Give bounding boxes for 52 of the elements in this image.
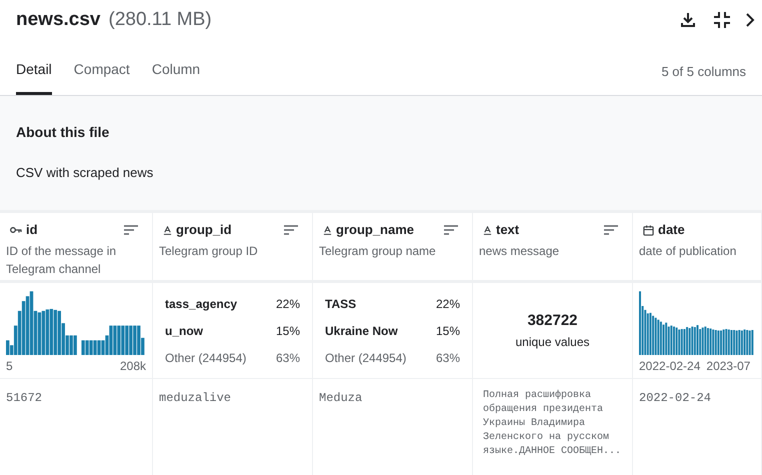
column-description: ID of the message in Telegram channel (6, 243, 118, 278)
sort-icon[interactable] (604, 225, 618, 235)
value-label: Ukraine Now (325, 323, 398, 337)
table-cell-text: Полная расшифровка обращения президента Украины Владимира Зеленского на русском языке.ДАННОЕ СООБЩЕН... (482, 389, 622, 459)
column-description: Telegram group name (319, 243, 437, 260)
column-name: group_name (336, 221, 414, 240)
table-cell-text: meduzalive (159, 390, 232, 407)
sort-icon[interactable] (284, 225, 298, 235)
file-size: (280.11 MB) (108, 8, 212, 32)
axis-label: 5 (6, 358, 13, 375)
axis-label: 2023-07 (706, 358, 750, 375)
value-label: tass_agency (165, 296, 238, 310)
text-type-icon (163, 226, 172, 234)
value-label: Other (244954) (325, 350, 406, 364)
axis-label: 2022-02-24 (639, 358, 700, 375)
unique-label: unique values (515, 334, 590, 351)
calendar-icon (643, 224, 654, 236)
value-percent: 63% (276, 350, 300, 364)
column-name: date (658, 221, 685, 240)
column-name: text (496, 221, 520, 240)
value-percent: 22% (436, 296, 460, 310)
file-name: news.csv (16, 8, 100, 32)
table-cell-text: 51672 (6, 390, 44, 407)
chevron-right-icon[interactable] (744, 12, 756, 28)
value-label: TASS (325, 296, 356, 310)
column-description: news message (479, 243, 560, 260)
value-label: Other (244954) (165, 350, 246, 364)
value-label: u_now (165, 323, 203, 337)
column-name: group_id (176, 221, 232, 240)
table-cell-text: 2022-02-24 (639, 390, 712, 407)
section-title: About this file (16, 123, 110, 142)
collapse-icon[interactable] (712, 10, 732, 30)
value-percent: 15% (276, 323, 300, 337)
text-type-icon (483, 226, 492, 234)
value-percent: 22% (276, 296, 300, 310)
column-description: date of publication (639, 243, 738, 260)
sort-icon[interactable] (124, 225, 138, 235)
unique-count: 382722 (527, 311, 578, 332)
value-percent: 15% (436, 323, 460, 337)
text-type-icon (323, 226, 332, 234)
tab[interactable]: Compact (74, 59, 130, 95)
value-percent: 63% (436, 350, 460, 364)
key-icon (10, 226, 22, 234)
download-icon[interactable] (678, 10, 698, 30)
sort-icon[interactable] (444, 225, 458, 235)
file-description: CSV with scraped news (16, 164, 154, 182)
column-name: id (26, 221, 38, 240)
column-description: Telegram group ID (159, 243, 259, 260)
table-cell-text: Meduza (319, 390, 364, 407)
column-count: 5 of 5 columns (661, 62, 746, 80)
tab[interactable]: Column (152, 59, 200, 95)
axis-label: 208k (120, 358, 146, 375)
